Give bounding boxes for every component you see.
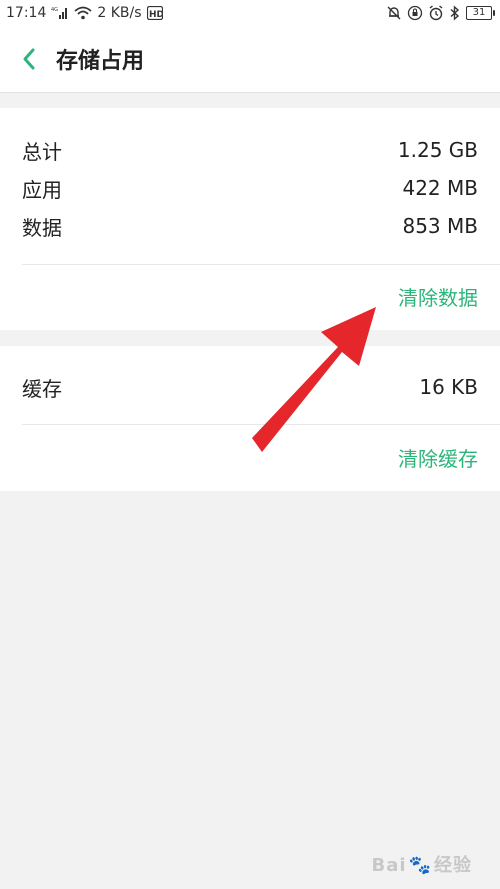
paw-icon: 🐾	[408, 855, 432, 876]
cache-row: 缓存 16 KB	[22, 372, 478, 402]
status-bar-right: 31	[386, 5, 500, 21]
divider	[22, 424, 500, 425]
status-time: 17:14	[6, 5, 47, 21]
watermark: Bai 🐾 经验	[372, 851, 472, 877]
divider	[22, 264, 500, 265]
chevron-left-icon	[23, 48, 35, 70]
row-label: 数据	[22, 215, 62, 240]
row-value: 16 KB	[419, 375, 478, 399]
wifi-icon	[74, 5, 92, 21]
row-value: 422 MB	[402, 176, 478, 200]
cellular-signal-icon: 4G	[51, 5, 69, 21]
storage-card: 总计 1.25 GB 应用 422 MB 数据 853 MB 清除数据	[0, 108, 500, 330]
storage-row-apps: 应用 422 MB	[22, 173, 478, 203]
status-bar-left: 17:14 4G 2 KB/s HD	[0, 5, 163, 21]
battery-indicator: 31	[466, 6, 495, 20]
watermark-suffix: 经验	[434, 855, 472, 876]
row-label: 总计	[22, 139, 62, 164]
status-bar: 17:14 4G 2 KB/s HD 31	[0, 0, 500, 26]
row-value: 1.25 GB	[397, 138, 478, 162]
bluetooth-icon	[449, 5, 461, 21]
alarm-icon	[428, 5, 444, 21]
svg-text:4G: 4G	[51, 7, 58, 13]
network-speed: 2 KB/s	[97, 5, 142, 21]
clear-cache-button[interactable]: 清除缓存	[398, 444, 478, 474]
lock-rotation-icon	[407, 5, 423, 21]
bell-muted-icon	[386, 5, 402, 21]
clear-data-button[interactable]: 清除数据	[398, 283, 478, 313]
hd-icon: HD	[146, 5, 163, 21]
row-value: 853 MB	[402, 214, 478, 238]
page-title: 存储占用	[56, 49, 145, 74]
back-button[interactable]	[18, 45, 40, 73]
row-label: 缓存	[22, 376, 62, 401]
storage-row-total: 总计 1.25 GB	[22, 135, 478, 165]
svg-text:HD: HD	[149, 10, 163, 20]
app-header: 存储占用	[0, 26, 500, 93]
watermark-brand: Bai	[371, 855, 407, 876]
cache-card: 缓存 16 KB 清除缓存	[0, 346, 500, 491]
row-label: 应用	[22, 177, 62, 202]
storage-row-data: 数据 853 MB	[22, 211, 478, 241]
